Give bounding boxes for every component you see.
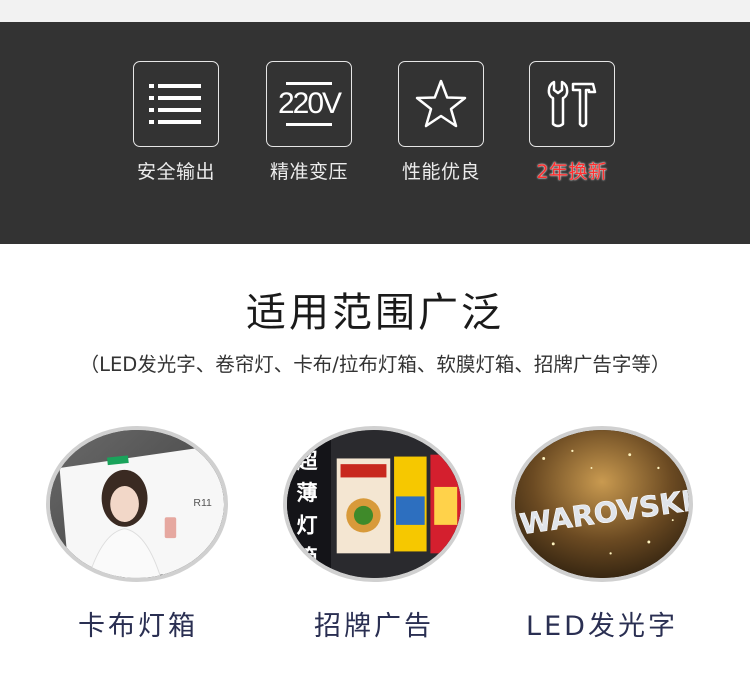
svg-text:箱: 箱	[297, 546, 318, 570]
caption-led-letters: LED发光字	[526, 611, 678, 642]
section-heading: 适用范围广泛	[246, 290, 504, 336]
lightbox-photo: R11	[46, 426, 228, 582]
voltage-icon-text: 220V	[277, 87, 342, 120]
feature-voltage: 220V 精准变压	[243, 61, 375, 184]
feature-label: 2年换新	[536, 161, 608, 183]
feature-warranty: 2年换新	[506, 61, 638, 184]
caption-signboard: 招牌广告	[314, 611, 434, 642]
feature-safe-output: 安全输出	[110, 61, 242, 184]
svg-text:薄: 薄	[297, 481, 318, 505]
led-letters-photo: WAROVSKI	[511, 426, 693, 582]
top-strip	[0, 0, 750, 22]
feature-label: 精准变压	[269, 161, 348, 183]
voltage-icon: 220V	[266, 61, 352, 147]
svg-text:灯: 灯	[297, 514, 318, 538]
list-icon	[133, 61, 219, 147]
signboard-photo: 超 薄 灯 箱	[283, 426, 465, 582]
tools-icon	[529, 61, 615, 147]
caption-lightbox: 卡布灯箱	[78, 611, 198, 642]
feature-label: 安全输出	[136, 161, 215, 183]
feature-performance: 性能优良	[375, 61, 507, 184]
section-subheading: （LED发光字、卷帘灯、卡布/拉布灯箱、软膜灯箱、招牌广告字等）	[79, 353, 671, 376]
star-icon	[398, 61, 484, 147]
feature-label: 性能优良	[401, 161, 480, 183]
photo-text: R11	[193, 498, 212, 509]
svg-text:超: 超	[297, 449, 319, 473]
